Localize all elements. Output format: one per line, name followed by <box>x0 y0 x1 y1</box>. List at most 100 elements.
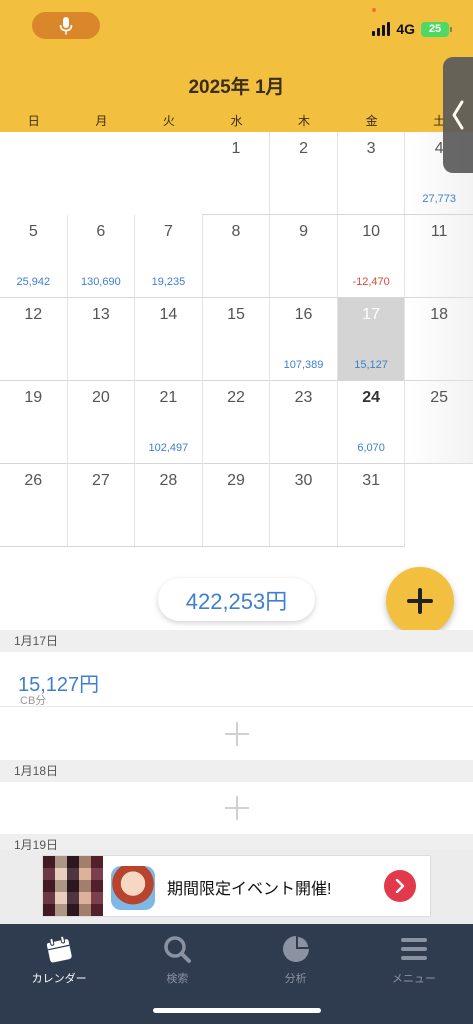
ad-image <box>43 856 103 916</box>
calendar-day-cell[interactable]: 31 <box>338 464 406 547</box>
day-number: 17 <box>362 306 380 323</box>
calendar-empty-cell <box>135 132 203 215</box>
calendar-day-cell[interactable]: 8 <box>203 215 271 298</box>
ad-open-button[interactable] <box>384 870 416 902</box>
weekday-label: 日 <box>27 114 40 128</box>
day-number: 7 <box>163 223 173 240</box>
calendar-day-cell[interactable]: 17 15,127 <box>337 298 406 381</box>
day-number: 6 <box>96 223 106 240</box>
calendar-day-cell[interactable]: 3 <box>338 132 406 215</box>
calendar-day-cell[interactable]: 23 <box>270 381 338 464</box>
ad-banner[interactable]: 期間限定イベント開催! <box>42 855 431 917</box>
battery-icon: 25 <box>421 21 452 37</box>
calendar-day-cell[interactable]: 2 <box>270 132 338 215</box>
day-number: 27 <box>91 472 110 489</box>
network-type: 4G <box>396 21 415 37</box>
calendar-day-cell[interactable]: 9 <box>270 215 338 298</box>
calendar-week-row: 19 20 21 102,497 22 23 24 6,070 25 <box>0 381 473 464</box>
calendar-day-cell[interactable]: 30 <box>270 464 338 547</box>
ad-text: 期間限定イベント開催! <box>167 881 332 898</box>
tab-label: カレンダー <box>31 973 87 985</box>
calendar-day-cell[interactable]: 28 <box>135 464 203 547</box>
calendar-day-cell[interactable]: 14 <box>135 298 203 381</box>
calendar-day-cell[interactable]: 10 -12,470 <box>338 215 406 298</box>
calendar-week-row: 1 2 3 4 27,773 <box>0 132 473 215</box>
day-number: 18 <box>430 306 449 323</box>
tab-label: 検索 <box>166 973 189 985</box>
tab-search[interactable]: 検索 <box>118 924 236 996</box>
day-amount: 25,942 <box>16 276 51 288</box>
day-number: 8 <box>231 223 241 240</box>
day-amount: -12,470 <box>352 276 390 288</box>
side-panel-handle[interactable] <box>443 57 473 173</box>
tab-menu[interactable]: メニュー <box>355 924 473 996</box>
calendar-day-cell[interactable]: 20 <box>68 381 136 464</box>
calendar-day-cell[interactable]: 27 <box>68 464 136 547</box>
home-indicator <box>153 1008 321 1013</box>
weekday-row: 日 月 火 水 木 金 土 <box>0 112 473 132</box>
day-amount: 107,389 <box>283 359 324 371</box>
calendar-week-row: 12 13 14 15 16 107,389 17 15,127 18 <box>0 298 473 381</box>
calendar-day-cell[interactable]: 6 130,690 <box>68 215 136 298</box>
day-number: 23 <box>294 389 313 406</box>
calendar-day-cell[interactable]: 24 6,070 <box>338 381 406 464</box>
day-number: 15 <box>227 306 245 323</box>
day-number: 31 <box>362 472 380 489</box>
day-number: 12 <box>24 306 43 323</box>
menu-icon <box>400 938 427 960</box>
chevron-left-icon <box>452 100 464 130</box>
signal-icon <box>372 22 391 36</box>
day-amount: 27,773 <box>422 193 456 205</box>
status-bar: 4G 25 <box>0 0 473 52</box>
calendar-day-cell[interactable]: 12 <box>0 298 68 381</box>
calendar-day-cell[interactable]: 5 25,942 <box>0 215 68 298</box>
calendar-day-cell[interactable]: 19 <box>0 381 68 464</box>
tab-analysis[interactable]: 分析 <box>237 924 355 996</box>
day-number: 21 <box>159 389 178 406</box>
day-amount: 130,690 <box>80 276 121 288</box>
calendar-day-cell[interactable]: 25 <box>405 381 473 464</box>
search-icon <box>164 936 192 963</box>
day-number: 24 <box>362 389 380 406</box>
calendar-day-cell[interactable]: 7 19,235 <box>135 215 203 298</box>
day-amount: 102,497 <box>148 442 189 454</box>
add-entry-button[interactable] <box>386 567 454 635</box>
day-number: 13 <box>91 306 110 323</box>
day-number: 29 <box>227 472 245 489</box>
calendar-day-cell[interactable]: 22 <box>203 381 271 464</box>
day-number: 10 <box>362 223 380 240</box>
plus-icon <box>224 722 249 746</box>
day-number: 11 <box>430 223 448 240</box>
calendar-week-row: 5 25,942 6 130,690 7 19,235 8 9 10 -12,470 11 <box>0 215 473 298</box>
calendar-day-cell[interactable]: 18 <box>405 298 473 381</box>
add-entry-row[interactable] <box>0 710 473 758</box>
calendar-day-cell[interactable]: 13 <box>68 298 136 381</box>
calendar-day-cell[interactable]: 16 107,389 <box>270 298 338 381</box>
microphone-icon <box>59 16 73 34</box>
monthly-total[interactable]: 422,253円 <box>158 578 315 621</box>
calendar-day-cell[interactable]: 1 <box>203 132 271 215</box>
privacy-dot <box>372 8 376 12</box>
add-entry-row[interactable] <box>0 784 473 832</box>
calendar-day-cell[interactable]: 26 <box>0 464 68 547</box>
day-number: 1 <box>231 140 241 157</box>
calendar-week-row: 26 27 28 29 30 31 <box>0 464 473 547</box>
tab-label: 分析 <box>284 973 307 985</box>
calendar-icon <box>47 935 72 963</box>
day-number: 19 <box>24 389 43 406</box>
month-title[interactable]: 2025年 1月 <box>0 72 473 99</box>
ad-app-icon <box>111 866 155 910</box>
calendar-empty-cell <box>68 132 136 215</box>
tab-label: メニュー <box>391 973 436 985</box>
weekday-label: 月 <box>95 114 108 128</box>
tab-calendar[interactable]: カレンダー <box>0 924 118 996</box>
weekday-label: 金 <box>365 114 378 128</box>
calendar-empty-cell <box>405 464 473 547</box>
day-number: 3 <box>366 140 376 157</box>
entry-row[interactable]: 15,127円 CB分 <box>0 652 473 707</box>
calendar-day-cell[interactable]: 29 <box>203 464 271 547</box>
calendar-day-cell[interactable]: 11 <box>405 215 473 298</box>
calendar-day-cell[interactable]: 15 <box>203 298 271 381</box>
day-number: 26 <box>24 472 43 489</box>
calendar-day-cell[interactable]: 21 102,497 <box>135 381 203 464</box>
